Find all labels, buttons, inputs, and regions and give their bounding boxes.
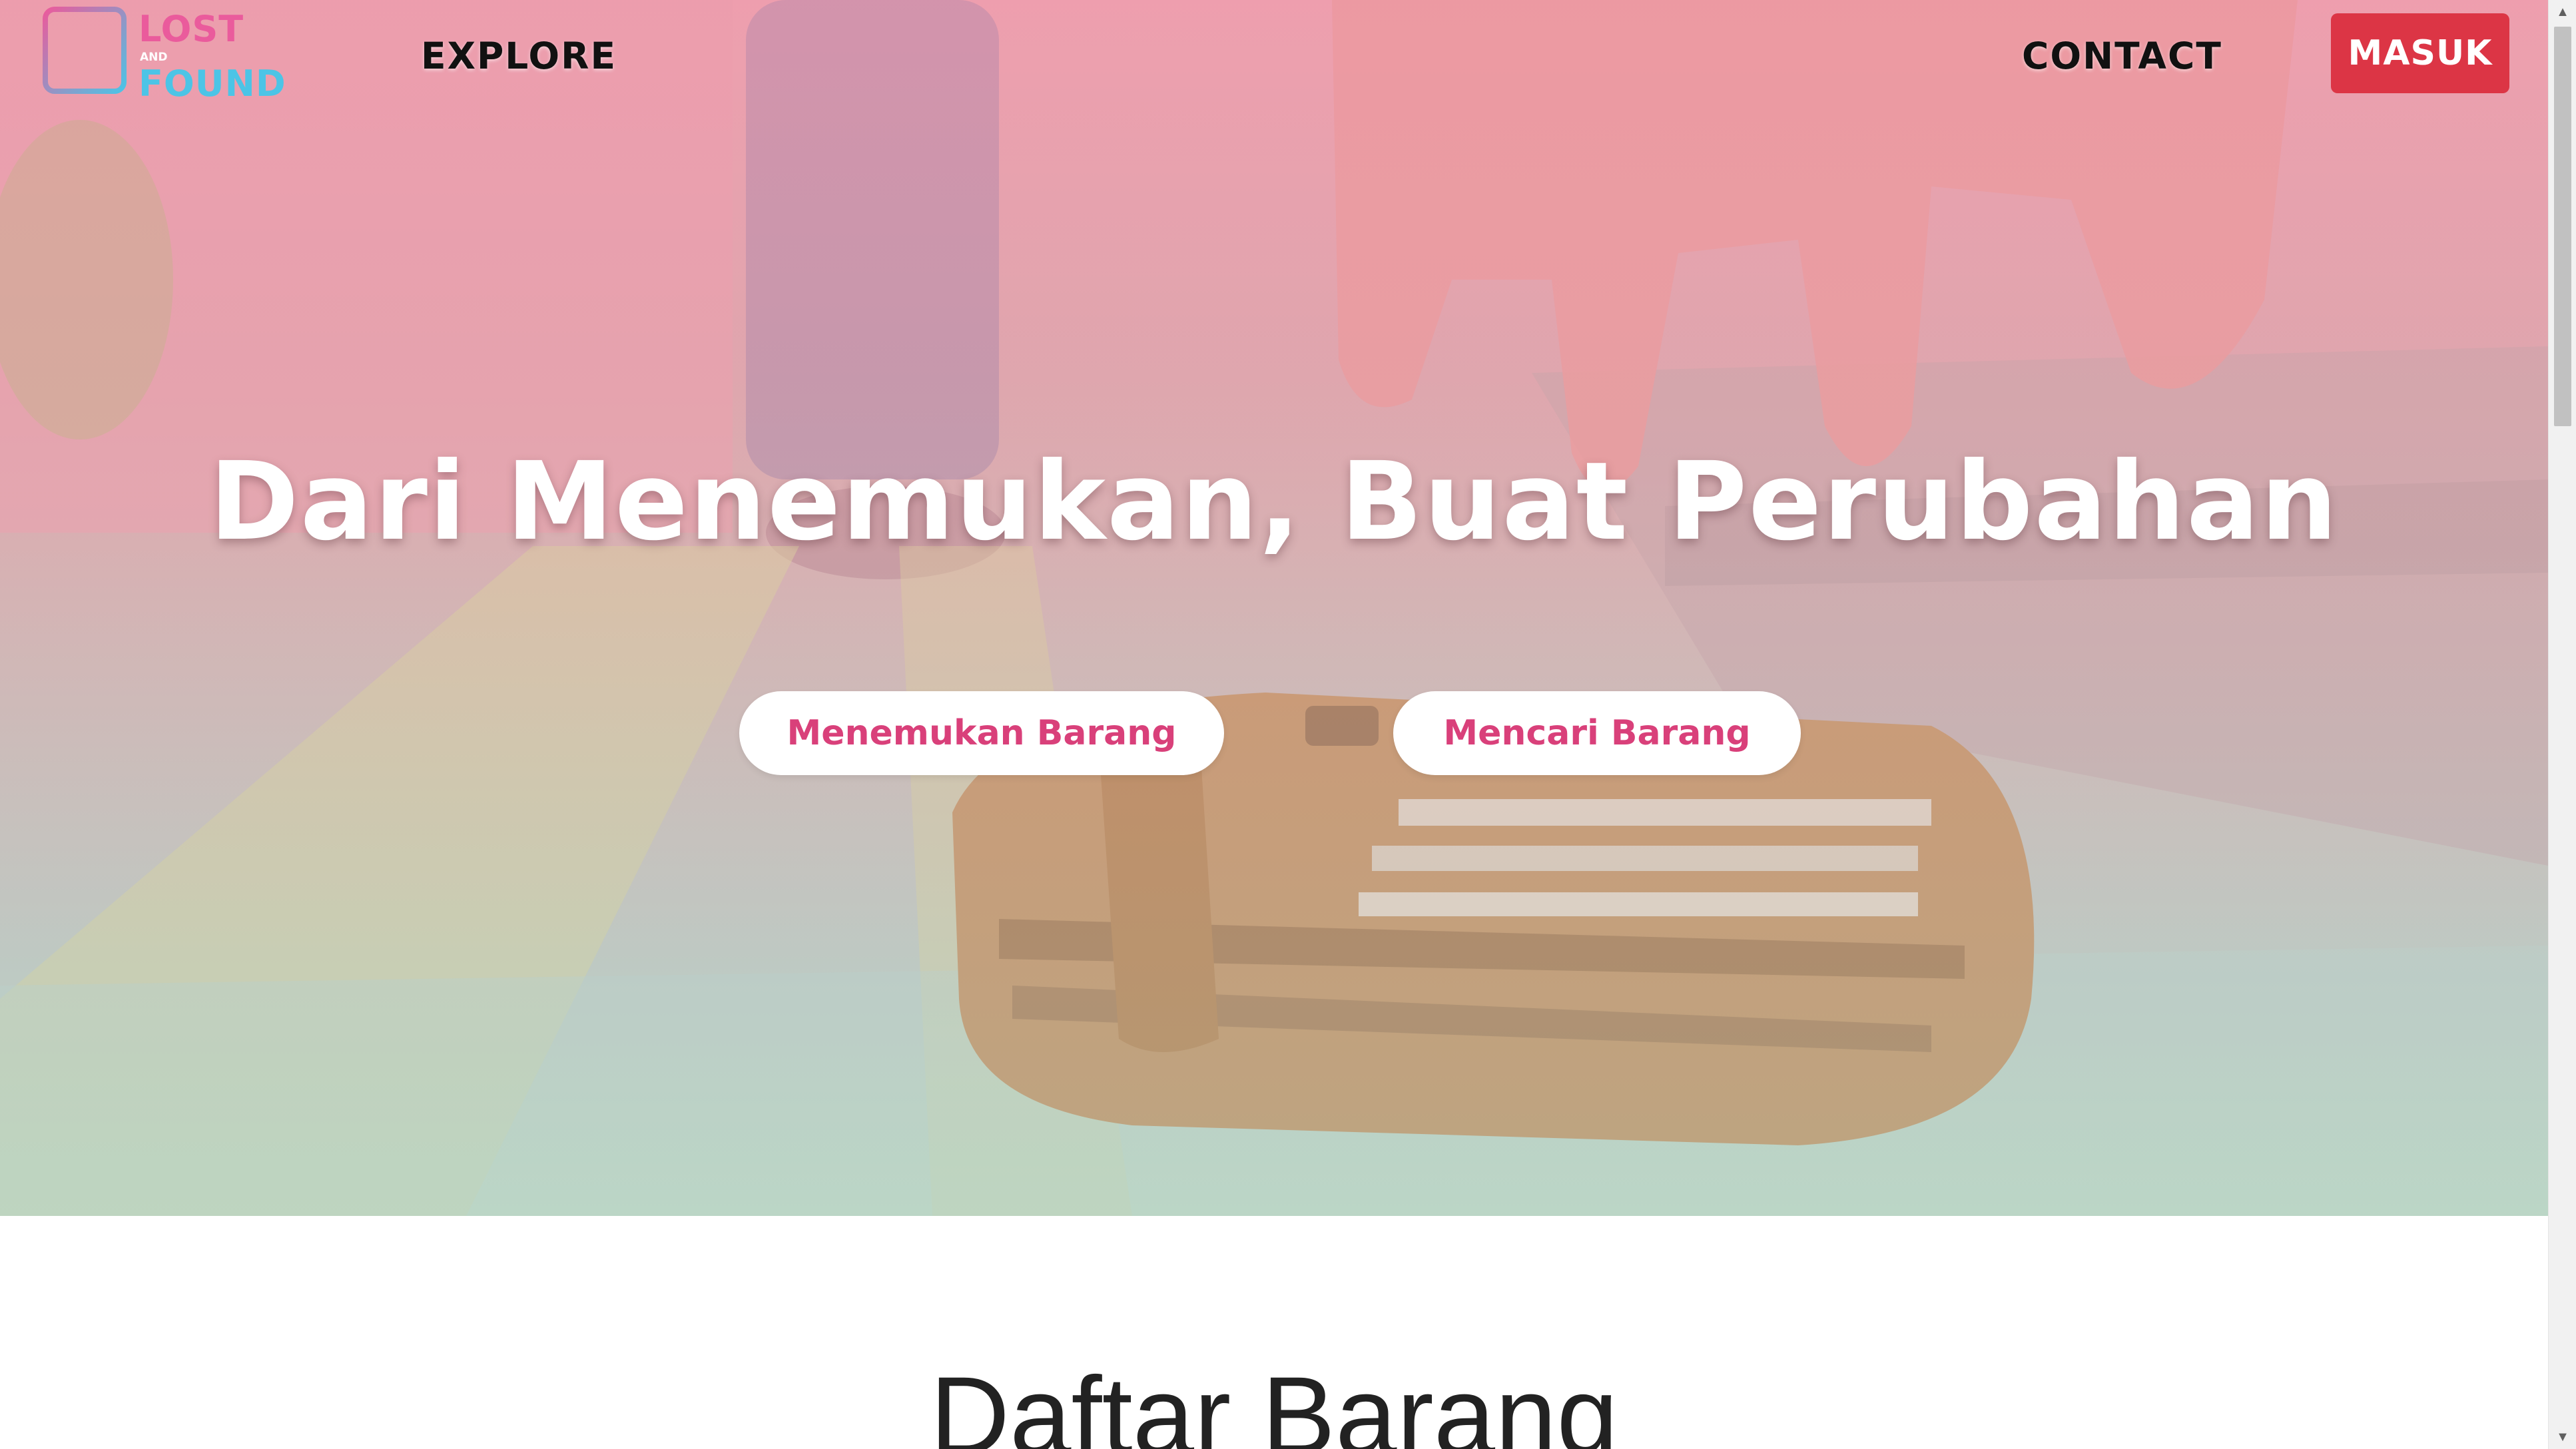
vertical-scrollbar[interactable]: ▲ ▼ — [2548, 0, 2576, 1449]
nav-link-explore[interactable]: EXPLORE — [421, 35, 617, 77]
logo-and-text: AND — [140, 51, 168, 64]
login-button[interactable]: MASUK — [2331, 13, 2509, 93]
search-item-button[interactable]: Mencari Barang — [1393, 691, 1801, 775]
hero-banner: LOST AND FOUND EXPLORE CONTACT MASUK Dar… — [0, 0, 2548, 1216]
logo-lost-text: LOST — [139, 8, 244, 50]
item-list-title: Daftar Barang — [930, 1354, 1618, 1449]
scrollbar-thumb[interactable] — [2554, 27, 2571, 426]
found-item-button[interactable]: Menemukan Barang — [739, 691, 1224, 775]
nav-link-contact[interactable]: CONTACT — [2022, 35, 2222, 77]
scroll-down-icon[interactable]: ▼ — [2549, 1425, 2576, 1449]
grid-logo-icon — [43, 7, 127, 94]
page: LOST AND FOUND EXPLORE CONTACT MASUK Dar… — [0, 0, 2548, 1449]
scroll-up-icon[interactable]: ▲ — [2549, 0, 2576, 24]
site-logo[interactable]: LOST AND FOUND — [41, 5, 286, 105]
logo-found-text: FOUND — [139, 63, 286, 105]
hero-title: Dari Menemukan, Buat Perubahan — [209, 439, 2339, 565]
hero-tint-overlay — [0, 0, 2548, 1216]
